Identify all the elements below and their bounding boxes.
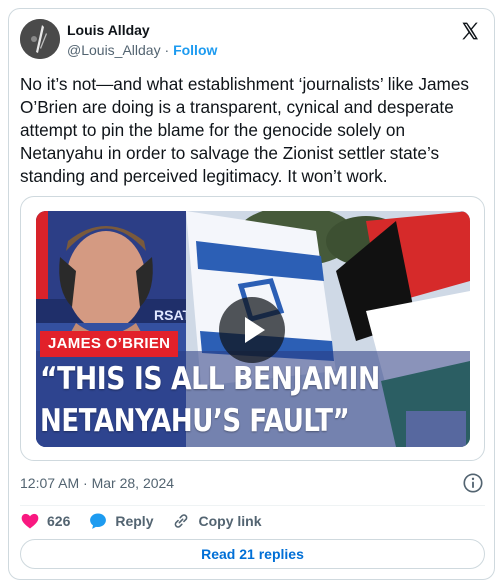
reply-button[interactable]: Reply <box>88 511 153 531</box>
play-icon[interactable] <box>219 297 285 363</box>
divider <box>20 505 485 506</box>
tweet-text: No it’s not—and what establishment ‘jour… <box>20 74 469 186</box>
quote-line-1: “THIS IS ALL BENJAMIN <box>40 361 380 397</box>
author-handle-row: @Louis_Allday · Follow <box>67 42 217 58</box>
like-count: 626 <box>47 513 71 529</box>
action-bar: 626 Reply Copy link <box>20 510 280 532</box>
follow-button[interactable]: Follow <box>173 42 217 58</box>
timestamp[interactable]: 12:07 AM · Mar 28, 2024 <box>20 475 174 491</box>
read-replies-button[interactable]: Read 21 replies <box>20 539 485 569</box>
video-thumbnail[interactable]: RSATIO JAMES O’BRIEN “THIS IS ALL BENJAM… <box>36 211 470 447</box>
copy-link-button[interactable]: Copy link <box>171 511 262 531</box>
copy-link-label: Copy link <box>198 513 262 529</box>
avatar-image <box>20 19 60 59</box>
avatar[interactable] <box>20 19 60 59</box>
x-logo-icon[interactable] <box>460 21 480 41</box>
media-card[interactable]: RSATIO JAMES O’BRIEN “THIS IS ALL BENJAM… <box>20 196 485 461</box>
author-name[interactable]: Louis Allday <box>67 22 150 38</box>
tweet-card: Louis Allday @Louis_Allday · Follow No i… <box>8 8 495 580</box>
reply-label: Reply <box>115 513 154 529</box>
quote-line-2: NETANYAHU’S FAULT” <box>40 403 350 439</box>
author-handle[interactable]: @Louis_Allday <box>67 42 161 58</box>
heart-icon <box>21 513 39 529</box>
name-strap: JAMES O’BRIEN <box>40 331 179 357</box>
reply-bubble-icon <box>90 513 107 529</box>
like-button[interactable]: 626 <box>20 511 70 531</box>
info-icon[interactable] <box>462 472 484 494</box>
handle-separator: · <box>164 42 170 58</box>
link-icon <box>175 514 188 528</box>
